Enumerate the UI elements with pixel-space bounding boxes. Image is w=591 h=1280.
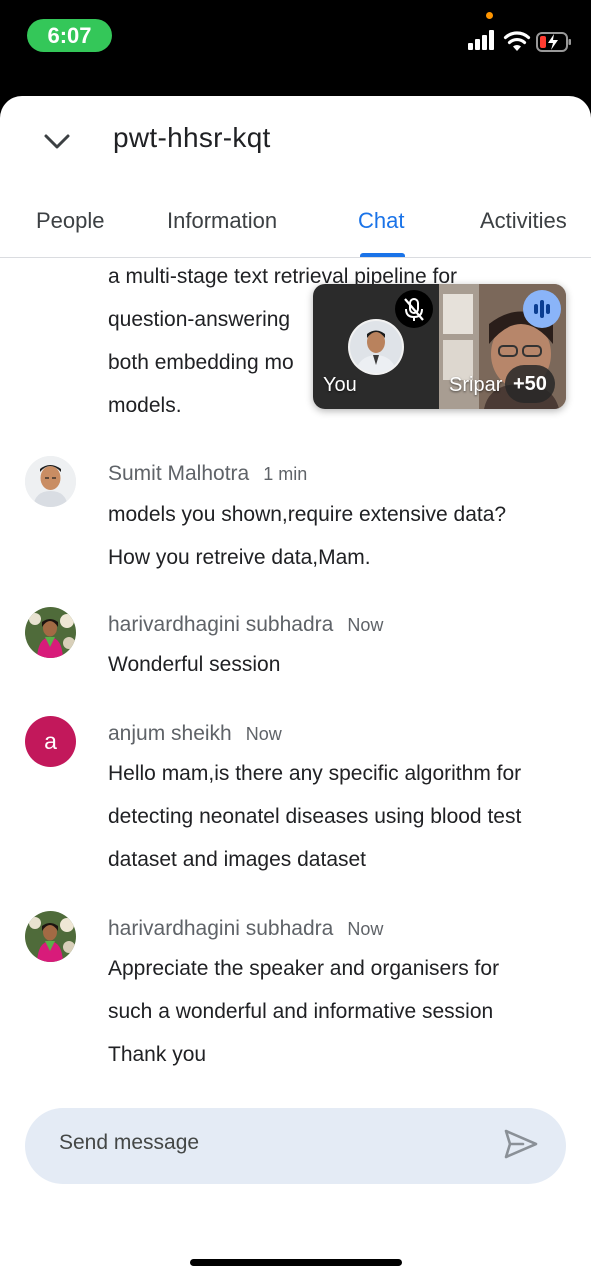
avatar: a <box>25 716 76 767</box>
message-line: models. <box>108 394 182 417</box>
chevron-down-icon[interactable] <box>42 126 72 156</box>
tab-people[interactable]: People <box>36 208 105 234</box>
meeting-details-sheet: pwt-hhsr-kqt People Information Chat Act… <box>0 96 591 1280</box>
status-time[interactable]: 6:07 <box>27 19 112 52</box>
profile-photo <box>25 607 76 658</box>
status-bar: 6:07 <box>0 0 591 96</box>
tab-information[interactable]: Information <box>167 208 277 234</box>
speaking-indicator <box>523 290 561 328</box>
send-message-input[interactable]: Send message <box>59 1131 199 1155</box>
message-line: detecting neonatel diseases using blood … <box>108 805 522 828</box>
tab-bar: People Information Chat Activities <box>0 196 591 258</box>
sender-name: harivardhagini subhadra <box>108 917 334 940</box>
tab-chat[interactable]: Chat <box>358 208 404 234</box>
sheet-header: pwt-hhsr-kqt <box>0 96 591 186</box>
avatar-letter: a <box>44 728 57 754</box>
home-indicator <box>190 1259 402 1266</box>
participants-count-badge: +50 <box>505 365 555 403</box>
participant-name-label: Sripar <box>449 374 503 396</box>
message-composer[interactable]: Send message <box>25 1108 566 1184</box>
message-line: question-answering <box>108 308 291 331</box>
message-timestamp: Now <box>245 724 282 744</box>
message-line: dataset and images dataset <box>108 848 367 871</box>
self-name-label: You <box>323 374 357 396</box>
mic-off-badge <box>395 290 433 328</box>
battery-charging-icon <box>536 32 571 52</box>
message-sender-row: Sumit Malhotra 1 min <box>108 462 307 486</box>
privacy-indicator-dot <box>486 12 493 19</box>
active-tab-indicator <box>360 253 405 257</box>
picture-in-picture-video[interactable]: You Sripar +50 <box>313 284 566 409</box>
message-timestamp: Now <box>347 919 384 939</box>
message-sender-row: harivardhagini subhadra Now <box>108 613 383 637</box>
avatar <box>25 456 76 507</box>
audio-levels-icon <box>534 300 550 318</box>
sender-name: harivardhagini subhadra <box>108 613 334 636</box>
message-line: models you shown,require extensive data? <box>108 503 507 526</box>
message-line: Wonderful session <box>108 653 281 676</box>
message-line: Thank you <box>108 1043 207 1066</box>
tab-activities[interactable]: Activities <box>480 208 567 234</box>
sender-name: anjum sheikh <box>108 722 232 745</box>
message-line: such a wonderful and informative session <box>108 1000 494 1023</box>
message-timestamp: 1 min <box>263 464 308 484</box>
message-sender-row: harivardhagini subhadra Now <box>108 917 383 941</box>
message-timestamp: Now <box>347 615 384 635</box>
message-line: How you retreive data,Mam. <box>108 546 371 569</box>
profile-photo <box>25 456 76 507</box>
message-sender-row: anjum sheikh Now <box>108 722 282 746</box>
avatar <box>25 607 76 658</box>
meeting-code: pwt-hhsr-kqt <box>113 122 271 153</box>
cellular-signal-icon <box>468 30 494 50</box>
profile-photo <box>25 911 76 962</box>
message-line: Appreciate the speaker and organisers fo… <box>108 957 500 980</box>
participant-video-tile[interactable]: Sripar +50 <box>439 284 566 409</box>
message-line: both embedding mo <box>108 351 294 374</box>
wifi-icon <box>503 31 531 51</box>
send-icon[interactable] <box>503 1126 539 1162</box>
avatar <box>25 911 76 962</box>
self-video-tile[interactable]: You <box>313 284 439 409</box>
sender-name: Sumit Malhotra <box>108 462 250 485</box>
mic-off-icon <box>404 298 424 321</box>
message-line: Hello mam,is there any specific algorith… <box>108 762 522 785</box>
